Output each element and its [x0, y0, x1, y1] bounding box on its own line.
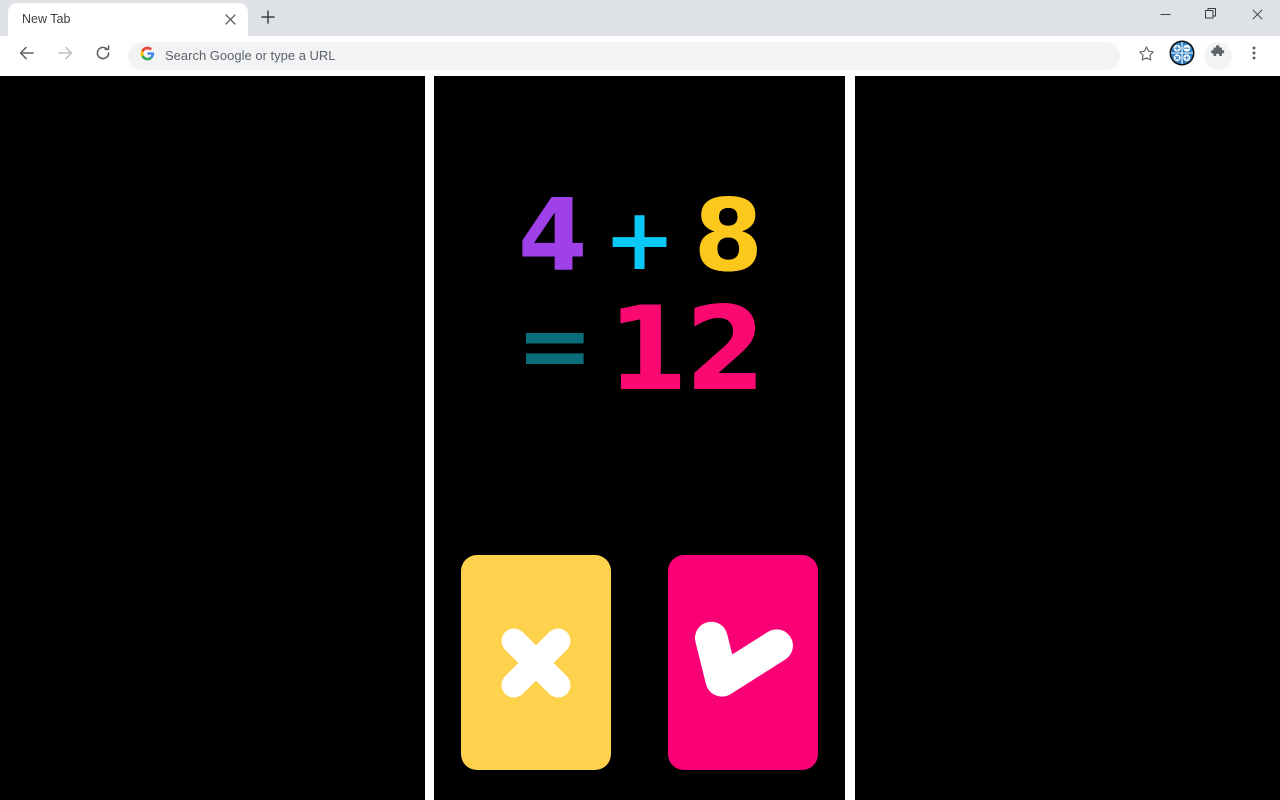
reload-icon: [94, 44, 112, 67]
browser-menu-button[interactable]: [1240, 42, 1268, 70]
cross-icon: [490, 617, 582, 709]
proposed-result: 12: [607, 282, 765, 417]
page-viewport: 4 + 8 = 12: [0, 76, 1280, 800]
toolbar-actions: [1128, 40, 1272, 71]
equation-line-2: = 12: [516, 282, 766, 417]
star-icon: [1138, 45, 1155, 67]
extensions-button[interactable]: [1204, 41, 1232, 70]
new-tab-button[interactable]: [254, 5, 282, 33]
back-button[interactable]: [13, 42, 41, 70]
answer-buttons: [434, 555, 845, 770]
bookmark-button[interactable]: [1132, 42, 1160, 70]
maximize-button[interactable]: [1188, 0, 1234, 32]
search-input[interactable]: Search Google or type a URL: [165, 48, 1110, 63]
window-close-button[interactable]: [1234, 0, 1280, 32]
browser-window: New Tab Search Google or type a URL 4 + …: [0, 0, 1280, 800]
equation-line-1: 4 + 8: [517, 177, 764, 294]
forward-arrow-icon: [56, 44, 74, 67]
math-quiz-app: 4 + 8 = 12: [434, 76, 845, 800]
tab-title: New Tab: [22, 12, 71, 26]
tab-strip: New Tab: [0, 0, 1280, 36]
browser-toolbar: Search Google or type a URL: [0, 36, 1280, 76]
equation-display: 4 + 8 = 12: [434, 186, 845, 408]
window-close-icon: [1251, 7, 1263, 25]
window-controls: [1142, 0, 1280, 36]
minimize-button[interactable]: [1142, 0, 1188, 32]
close-icon[interactable]: [220, 10, 240, 30]
operator-plus-icon: +: [603, 190, 676, 290]
page-right-letterbox: [855, 76, 1280, 800]
operand-a: 4: [517, 177, 588, 294]
plus-icon: [261, 9, 275, 29]
answer-false-button[interactable]: [461, 555, 611, 770]
minimize-icon: [1160, 7, 1171, 25]
back-arrow-icon: [18, 44, 36, 67]
puzzle-piece-icon: [1210, 45, 1226, 66]
maximize-restore-icon: [1205, 7, 1217, 25]
answer-true-button[interactable]: [668, 555, 818, 770]
equals-sign-icon: =: [516, 292, 594, 399]
address-bar[interactable]: Search Google or type a URL: [128, 41, 1120, 70]
check-icon: [689, 615, 797, 711]
profile-button[interactable]: [1168, 40, 1196, 71]
operand-b: 8: [693, 177, 764, 294]
reload-button[interactable]: [89, 42, 117, 70]
google-g-icon: [140, 46, 155, 66]
three-dot-menu-icon: [1246, 45, 1262, 66]
math-operators-avatar-icon: [1169, 40, 1195, 71]
page-left-letterbox: [0, 76, 425, 800]
browser-tab[interactable]: New Tab: [8, 3, 248, 36]
forward-button[interactable]: [51, 42, 79, 70]
